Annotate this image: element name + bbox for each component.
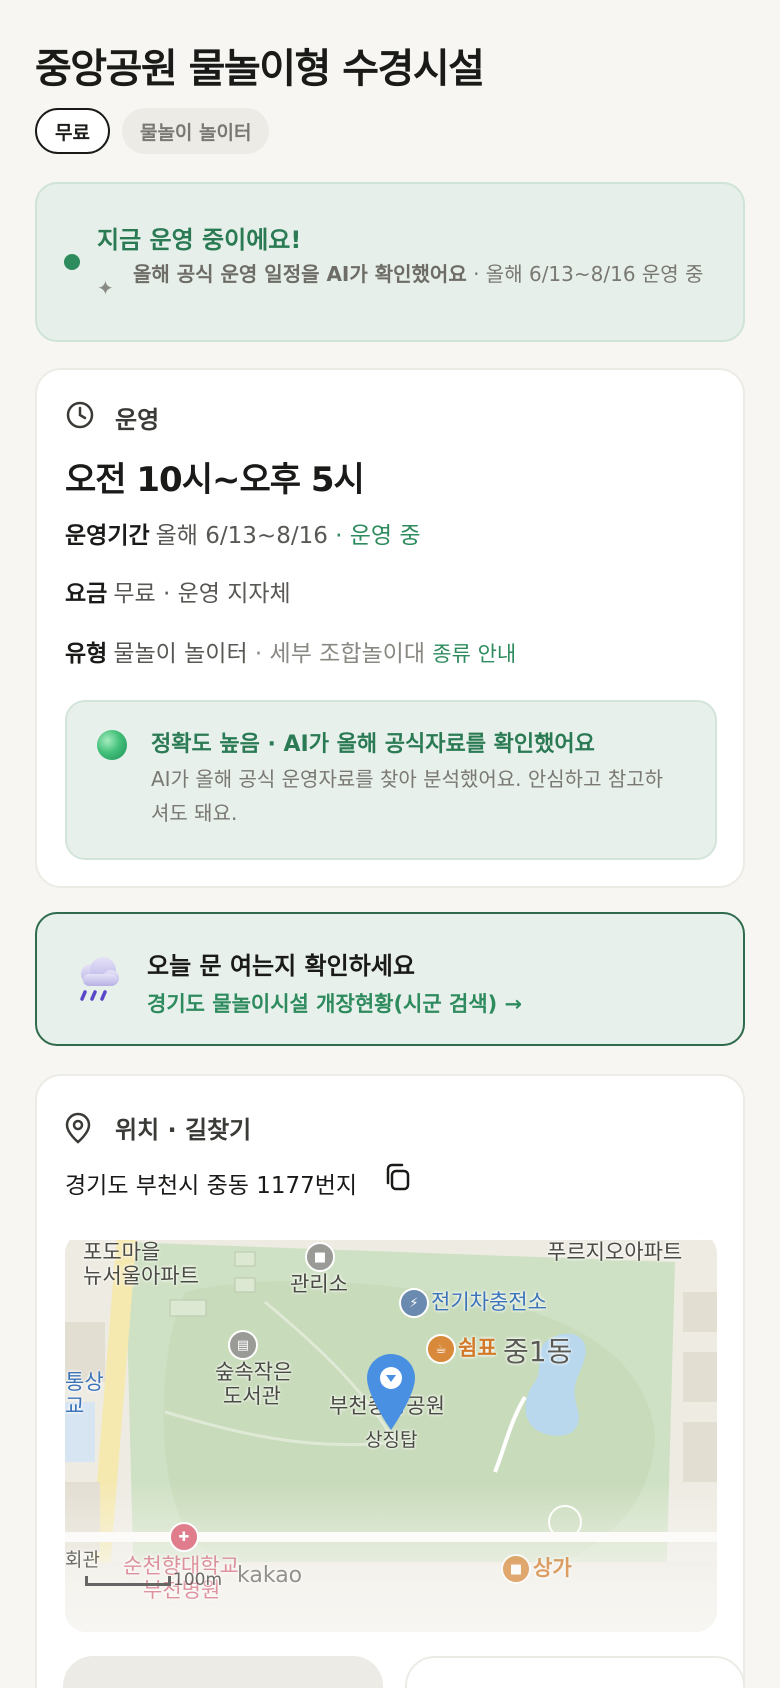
location-pin-icon bbox=[65, 1112, 91, 1144]
map-label-rest: 쉼표 bbox=[458, 1336, 497, 1360]
route-button[interactable] bbox=[63, 1656, 383, 1688]
map-label-library-1: 숲속작은 bbox=[215, 1360, 293, 1384]
map-label-podomaeul: 포도마을 bbox=[83, 1240, 161, 1264]
type-value: 물놀이 놀이터 bbox=[113, 641, 248, 667]
operation-card: 운영 오전 10시~오후 5시 운영기간 올해 6/13~8/16 · 운영 중 … bbox=[35, 368, 745, 888]
accuracy-body: AI가 올해 공식 운영자료를 찾아 분석했어요. 안심하고 참고하셔도 돼요. bbox=[151, 767, 664, 825]
green-dot-icon bbox=[64, 254, 80, 270]
map-label-office: 관리소 bbox=[290, 1272, 348, 1296]
status-subtext: 올해 공식 운영 일정을 AI가 확인했어요 · 올해 6/13~8/16 운영… bbox=[133, 260, 723, 289]
map-brand: kakao bbox=[237, 1563, 303, 1588]
accuracy-box: 정확도 높음 · AI가 올해 공식자료를 확인했어요 AI가 올해 공식 운영… bbox=[65, 700, 717, 860]
fee-row: 요금 무료 · 운영 지자체 bbox=[65, 574, 291, 608]
status-sub-bold: 올해 공식 운영 일정을 AI가 확인했어요 bbox=[133, 262, 467, 286]
period-row: 운영기간 올해 6/13~8/16 · 운영 중 bbox=[65, 516, 421, 550]
operation-section-label: 운영 bbox=[115, 406, 160, 434]
type-detail: · 세부 조합놀이대 bbox=[247, 641, 425, 667]
hospital-marker-icon[interactable]: ✚ bbox=[169, 1522, 199, 1552]
chip-type[interactable]: 물놀이 놀이터 bbox=[121, 108, 270, 154]
store-marker-icon[interactable]: ■ bbox=[501, 1554, 531, 1584]
share-button[interactable] bbox=[405, 1656, 745, 1688]
type-info-link[interactable]: 종류 안내 bbox=[432, 642, 516, 666]
status-sub-rest: · 올해 6/13~8/16 운영 중 bbox=[466, 262, 704, 286]
map-label-dong: 중1동 bbox=[503, 1335, 573, 1368]
rain-cloud-icon bbox=[80, 957, 119, 1001]
map-label-left-2: 교 bbox=[65, 1394, 85, 1418]
chip-row: 무료 물놀이 놀이터 bbox=[35, 108, 270, 154]
location-card: 위치 · 길찾기 경기도 부천시 중동 1177번지 포도마을 뉴서울아파트 ■… bbox=[35, 1074, 745, 1688]
address-text: 경기도 부천시 중동 1177번지 bbox=[65, 1173, 358, 1199]
page-title: 중앙공원 물놀이형 수경시설 bbox=[35, 46, 485, 92]
fee-value: 무료 · 운영 지자체 bbox=[113, 581, 291, 607]
status-card: 지금 운영 중이에요! ✦ 올해 공식 운영 일정을 AI가 확인했어요 · 올… bbox=[35, 182, 745, 342]
period-value: 올해 6/13~8/16 bbox=[155, 523, 328, 549]
map-scale-label: 100m bbox=[173, 1570, 223, 1590]
map-marker-icon[interactable] bbox=[365, 1352, 417, 1432]
rest-marker-icon[interactable]: ☕ bbox=[426, 1334, 456, 1364]
library-marker-icon[interactable]: ▤ bbox=[228, 1330, 258, 1360]
period-status: · 운영 중 bbox=[327, 523, 421, 549]
type-label: 유형 bbox=[65, 641, 108, 667]
map-label-library-2: 도서관 bbox=[223, 1384, 281, 1408]
copy-icon[interactable] bbox=[383, 1162, 411, 1192]
map-view[interactable]: 포도마을 뉴서울아파트 ■ 관리소 푸르지오아파트 ⚡ 전기차충전소 ☕ 쉼표 … bbox=[65, 1232, 717, 1632]
status-headline: 지금 운영 중이에요! bbox=[97, 226, 302, 254]
map-label-left-1: 통상 bbox=[65, 1370, 104, 1394]
chip-free[interactable]: 무료 bbox=[35, 108, 110, 154]
clock-icon bbox=[66, 401, 94, 429]
open-check-card[interactable]: 오늘 문 여는지 확인하세요 경기도 물놀이시설 개장현황(시군 검색) → bbox=[35, 912, 745, 1046]
map-label-store: 상가 bbox=[533, 1556, 572, 1580]
map-label-apartment: 푸르지오아파트 bbox=[547, 1240, 683, 1264]
ev-marker-icon[interactable]: ⚡ bbox=[399, 1288, 429, 1318]
type-row: 유형 물놀이 놀이터 · 세부 조합놀이대 종류 안내 bbox=[65, 634, 516, 668]
map-label-ev: 전기차충전소 bbox=[431, 1290, 547, 1314]
sparkle-icon: ✦ bbox=[97, 276, 114, 300]
map-label-hall: 회관 bbox=[65, 1549, 100, 1571]
office-marker-icon[interactable]: ■ bbox=[305, 1242, 335, 1272]
location-section-label: 위치 · 길찾기 bbox=[115, 1116, 252, 1144]
open-check-headline: 오늘 문 여는지 확인하세요 bbox=[147, 952, 415, 980]
fee-label: 요금 bbox=[65, 581, 108, 607]
accuracy-orb-icon bbox=[97, 730, 127, 760]
period-label: 운영기간 bbox=[65, 523, 150, 549]
operation-hours: 오전 10시~오후 5시 bbox=[65, 460, 365, 500]
map-label-newseoul: 뉴서울아파트 bbox=[83, 1264, 199, 1288]
accuracy-title: 정확도 높음 · AI가 올해 공식자료를 확인했어요 bbox=[151, 732, 595, 757]
map-scale-bar bbox=[85, 1576, 171, 1586]
open-status-link[interactable]: 경기도 물놀이시설 개장현황(시군 검색) → bbox=[147, 988, 522, 1018]
